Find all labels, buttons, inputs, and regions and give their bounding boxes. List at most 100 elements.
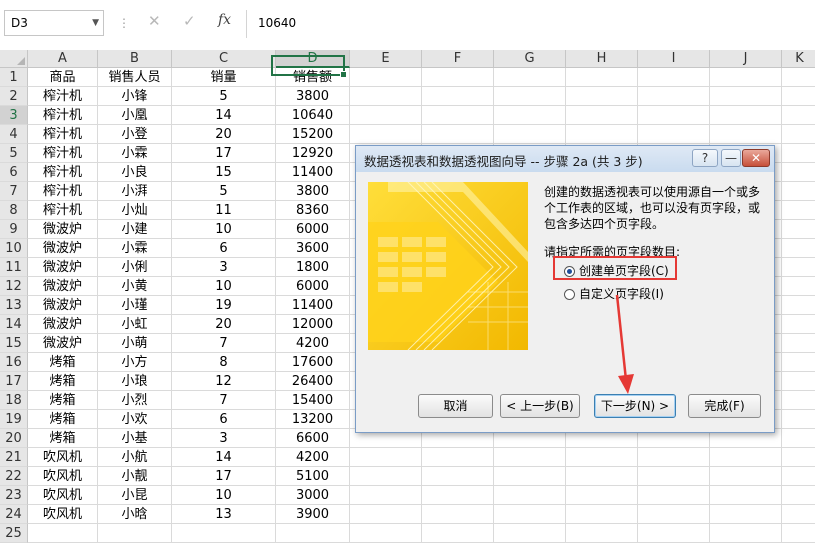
cell-c19[interactable]: 6 <box>172 410 276 429</box>
cell-b18[interactable]: 小烈 <box>98 391 172 410</box>
row-header[interactable]: 2 <box>0 87 28 106</box>
cell-a12[interactable]: 微波炉 <box>28 277 98 296</box>
cell-d9[interactable]: 6000 <box>276 220 350 239</box>
enter-icon[interactable]: ✓ <box>183 12 196 30</box>
cell-d25[interactable] <box>276 524 350 543</box>
cell-f3[interactable] <box>422 106 494 125</box>
column-header-k[interactable]: K <box>782 50 815 68</box>
cell-e1[interactable] <box>350 68 422 87</box>
row-header[interactable]: 10 <box>0 239 28 258</box>
cell-j2[interactable] <box>710 87 782 106</box>
cell-h23[interactable] <box>566 486 638 505</box>
cell-d15[interactable]: 4200 <box>276 334 350 353</box>
cell-f22[interactable] <box>422 467 494 486</box>
row-header[interactable]: 18 <box>0 391 28 410</box>
cell-c7[interactable]: 5 <box>172 182 276 201</box>
radio-custom-page-field[interactable]: 自定义页字段(I) <box>564 286 664 302</box>
cell-c9[interactable]: 10 <box>172 220 276 239</box>
cell-k10[interactable] <box>782 239 815 258</box>
select-all-corner[interactable] <box>0 50 28 68</box>
cell-b7[interactable]: 小湃 <box>98 182 172 201</box>
cell-k24[interactable] <box>782 505 815 524</box>
cell-e21[interactable] <box>350 448 422 467</box>
column-header-d[interactable]: D <box>276 50 350 68</box>
cell-k18[interactable] <box>782 391 815 410</box>
cell-a18[interactable]: 烤箱 <box>28 391 98 410</box>
cell-h25[interactable] <box>566 524 638 543</box>
cancel-button[interactable]: 取消 <box>418 394 493 418</box>
cell-i4[interactable] <box>638 125 710 144</box>
row-header[interactable]: 23 <box>0 486 28 505</box>
cell-d18[interactable]: 15400 <box>276 391 350 410</box>
cell-e23[interactable] <box>350 486 422 505</box>
cell-j1[interactable] <box>710 68 782 87</box>
cell-c1[interactable]: 销量 <box>172 68 276 87</box>
cell-a2[interactable]: 榨汁机 <box>28 87 98 106</box>
row-header[interactable]: 8 <box>0 201 28 220</box>
cell-a14[interactable]: 微波炉 <box>28 315 98 334</box>
cell-b11[interactable]: 小俐 <box>98 258 172 277</box>
cell-a6[interactable]: 榨汁机 <box>28 163 98 182</box>
back-button[interactable]: < 上一步(B) <box>500 394 580 418</box>
cell-d4[interactable]: 15200 <box>276 125 350 144</box>
row-header[interactable]: 9 <box>0 220 28 239</box>
cell-a15[interactable]: 微波炉 <box>28 334 98 353</box>
column-header-i[interactable]: I <box>638 50 710 68</box>
cell-b3[interactable]: 小凰 <box>98 106 172 125</box>
cell-a20[interactable]: 烤箱 <box>28 429 98 448</box>
cell-c4[interactable]: 20 <box>172 125 276 144</box>
cell-j3[interactable] <box>710 106 782 125</box>
row-header[interactable]: 1 <box>0 68 28 87</box>
cell-c25[interactable] <box>172 524 276 543</box>
cell-k15[interactable] <box>782 334 815 353</box>
cell-d20[interactable]: 6600 <box>276 429 350 448</box>
cell-d5[interactable]: 12920 <box>276 144 350 163</box>
cell-a24[interactable]: 吹风机 <box>28 505 98 524</box>
cell-k8[interactable] <box>782 201 815 220</box>
row-header[interactable]: 20 <box>0 429 28 448</box>
cell-g2[interactable] <box>494 87 566 106</box>
column-header-a[interactable]: A <box>28 50 98 68</box>
row-header[interactable]: 13 <box>0 296 28 315</box>
row-header[interactable]: 24 <box>0 505 28 524</box>
cell-a3[interactable]: 榨汁机 <box>28 106 98 125</box>
cell-d2[interactable]: 3800 <box>276 87 350 106</box>
cell-a11[interactable]: 微波炉 <box>28 258 98 277</box>
cell-g3[interactable] <box>494 106 566 125</box>
cell-d7[interactable]: 3800 <box>276 182 350 201</box>
row-header[interactable]: 7 <box>0 182 28 201</box>
cell-a13[interactable]: 微波炉 <box>28 296 98 315</box>
row-header[interactable]: 5 <box>0 144 28 163</box>
cell-d1[interactable]: 销售额 <box>276 68 350 87</box>
cell-c13[interactable]: 19 <box>172 296 276 315</box>
cell-a17[interactable]: 烤箱 <box>28 372 98 391</box>
cell-a25[interactable] <box>28 524 98 543</box>
cell-c5[interactable]: 17 <box>172 144 276 163</box>
cell-c11[interactable]: 3 <box>172 258 276 277</box>
cell-i21[interactable] <box>638 448 710 467</box>
cell-k14[interactable] <box>782 315 815 334</box>
cell-b19[interactable]: 小欢 <box>98 410 172 429</box>
cell-i25[interactable] <box>638 524 710 543</box>
cell-h2[interactable] <box>566 87 638 106</box>
cell-e25[interactable] <box>350 524 422 543</box>
cell-e22[interactable] <box>350 467 422 486</box>
cell-b8[interactable]: 小灿 <box>98 201 172 220</box>
cell-j24[interactable] <box>710 505 782 524</box>
cell-i1[interactable] <box>638 68 710 87</box>
cell-g22[interactable] <box>494 467 566 486</box>
cell-d21[interactable]: 4200 <box>276 448 350 467</box>
cell-c23[interactable]: 10 <box>172 486 276 505</box>
column-header-e[interactable]: E <box>350 50 422 68</box>
formula-input[interactable]: 10640 <box>252 10 815 36</box>
cell-b15[interactable]: 小萌 <box>98 334 172 353</box>
cell-d22[interactable]: 5100 <box>276 467 350 486</box>
cell-b21[interactable]: 小航 <box>98 448 172 467</box>
cell-d3[interactable]: 10640 <box>276 106 350 125</box>
cell-b25[interactable] <box>98 524 172 543</box>
cell-j21[interactable] <box>710 448 782 467</box>
cell-k19[interactable] <box>782 410 815 429</box>
cell-b12[interactable]: 小黄 <box>98 277 172 296</box>
cell-a22[interactable]: 吹风机 <box>28 467 98 486</box>
cell-k25[interactable] <box>782 524 815 543</box>
